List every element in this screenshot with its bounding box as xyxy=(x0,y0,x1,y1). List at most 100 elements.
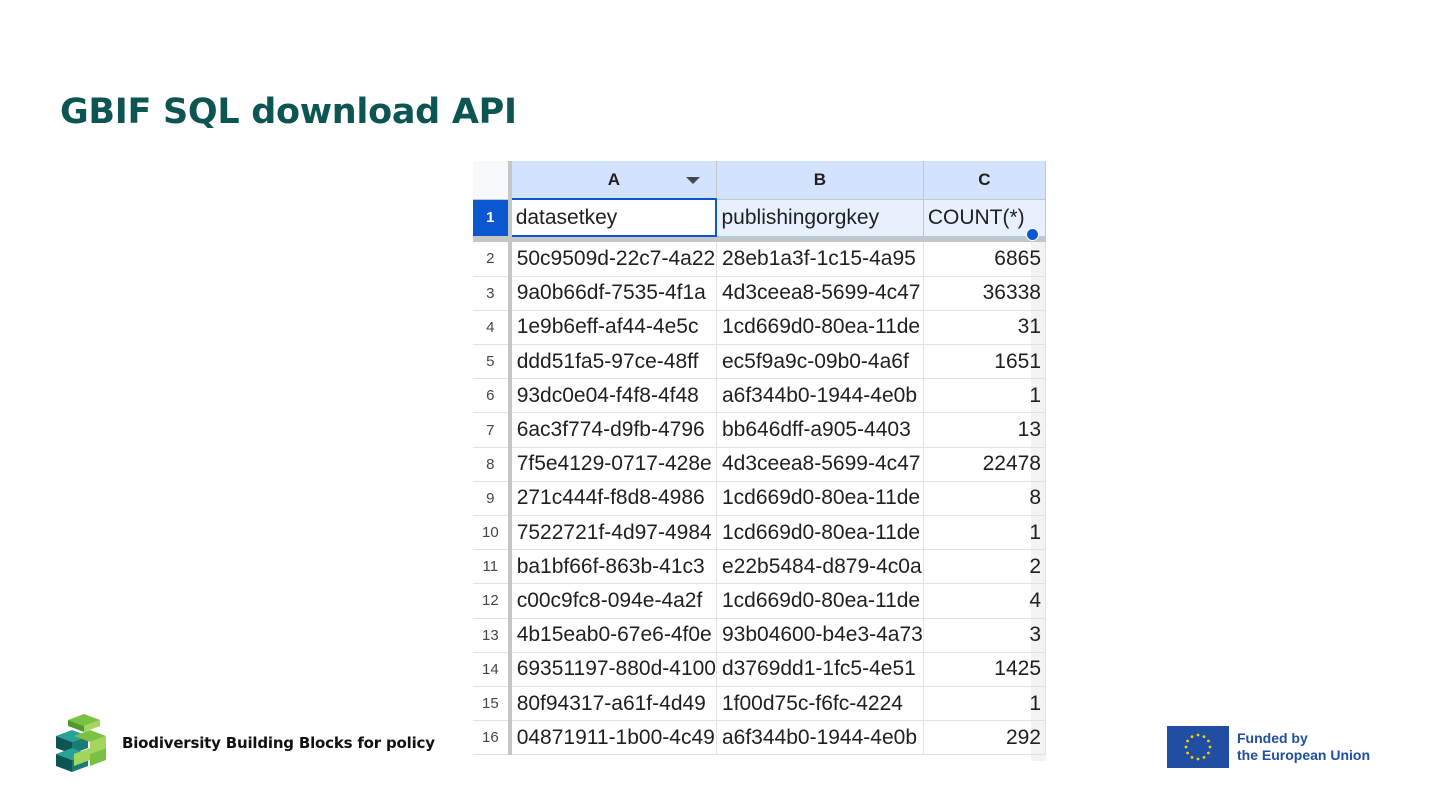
cell-b1[interactable]: publishingorgkey xyxy=(715,198,924,237)
cell-datasetkey[interactable]: 50c9509d-22c7-4a22 xyxy=(509,242,717,277)
cell-count[interactable]: 1425 xyxy=(923,652,1046,687)
cell-publishingorgkey[interactable]: 1cd669d0-80ea-11de xyxy=(716,481,924,517)
cell-publishingorgkey[interactable]: a6f344b0-1944-4e0b xyxy=(716,378,924,414)
eu-line-1: Funded by xyxy=(1237,730,1308,746)
column-letter: A xyxy=(607,169,620,189)
cell-count[interactable]: 8 xyxy=(923,481,1046,517)
cell-publishingorgkey[interactable]: a6f344b0-1944-4e0b xyxy=(716,720,924,756)
row-number[interactable]: 6 xyxy=(473,378,512,414)
cell-datasetkey[interactable]: 80f94317-a61f-4d49 xyxy=(509,686,717,722)
cell-publishingorgkey[interactable]: 93b04600-b4e3-4a73 xyxy=(716,618,924,653)
cell-count[interactable]: 1 xyxy=(923,515,1046,551)
column-header-c[interactable]: C xyxy=(923,161,1046,200)
row-number[interactable]: 10 xyxy=(473,515,512,551)
cell-count[interactable]: 22478 xyxy=(923,447,1046,482)
cell-publishingorgkey[interactable]: 1cd669d0-80ea-11de xyxy=(716,583,924,619)
table-row: 12 c00c9fc8-094e-4a2f 1cd669d0-80ea-11de 4 xyxy=(473,583,1046,619)
cell-datasetkey[interactable]: 1e9b6eff-af44-4e5c xyxy=(509,310,717,346)
cell-datasetkey[interactable]: 93dc0e04-f4f8-4f48 xyxy=(509,378,717,414)
cell-count[interactable]: 6865 xyxy=(923,242,1046,277)
cell-a1[interactable]: datasetkey xyxy=(508,198,718,237)
eu-funding-badge: Funded by the European Union xyxy=(1167,726,1370,768)
table-row: 5 ddd51fa5-97ce-48ff ec5f9a9c-09b0-4a6f 165… xyxy=(473,344,1046,380)
cell-publishingorgkey[interactable]: ec5f9a9c-09b0-4a6f xyxy=(716,344,924,380)
b-cubed-branding: Biodiversity Building Blocks for policy xyxy=(54,714,435,772)
cell-publishingorgkey[interactable]: 28eb1a3f-1c15-4a95 xyxy=(716,242,924,277)
cell-count[interactable]: 2 xyxy=(923,549,1046,585)
b-cube-logo xyxy=(56,714,106,772)
cell-datasetkey[interactable]: 69351197-880d-4100 xyxy=(509,652,717,687)
slide: GBIF SQL download API A B C 1 datasetkey… xyxy=(0,0,1440,810)
table-row: 10 7522721f-4d97-4984 1cd669d0-80ea-11de 1 xyxy=(473,515,1046,551)
column-letter: B xyxy=(813,169,827,189)
cell-count[interactable]: 31 xyxy=(923,310,1046,346)
selection-fill-handle[interactable] xyxy=(1026,228,1039,241)
cell-datasetkey[interactable]: 04871911-1b00-4c49 xyxy=(509,720,717,756)
column-header-a[interactable]: A xyxy=(509,161,717,200)
cell-publishingorgkey[interactable]: 4d3ceea8-5699-4c47 xyxy=(716,276,924,311)
row-number[interactable]: 9 xyxy=(473,481,512,517)
cell-count[interactable]: 1 xyxy=(923,378,1046,414)
table-row: 3 9a0b66df-7535-4f1a 4d3ceea8-5699-4c47 363… xyxy=(473,276,1046,311)
column-letter: C xyxy=(978,169,991,189)
cell-publishingorgkey[interactable]: d3769dd1-1fc5-4e51 xyxy=(716,652,924,687)
row-number[interactable]: 2 xyxy=(473,242,512,277)
table-row: 11 ba1bf66f-863b-41c3 e22b5484-d879-4c0a 2 xyxy=(473,549,1046,585)
row-number[interactable]: 8 xyxy=(473,447,512,482)
eu-flag-icon xyxy=(1167,726,1229,768)
cell-datasetkey[interactable]: ddd51fa5-97ce-48ff xyxy=(509,344,717,380)
row-number[interactable]: 15 xyxy=(473,686,512,722)
cell-publishingorgkey[interactable]: 1f00d75c-f6fc-4224 xyxy=(716,686,924,722)
column-header-b[interactable]: B xyxy=(716,161,924,200)
cell-datasetkey[interactable]: c00c9fc8-094e-4a2f xyxy=(509,583,717,619)
dropdown-arrow-icon[interactable] xyxy=(685,177,700,184)
row-number[interactable]: 4 xyxy=(473,310,512,346)
cell-count[interactable]: 1651 xyxy=(923,344,1046,380)
data-rows: 2 50c9509d-22c7-4a22 28eb1a3f-1c15-4a95 686… xyxy=(473,242,1046,756)
row-number[interactable]: 16 xyxy=(473,720,512,756)
row-number[interactable]: 14 xyxy=(473,652,512,687)
row-number[interactable]: 1 xyxy=(473,199,512,236)
cell-datasetkey[interactable]: 6ac3f774-d9fb-4796 xyxy=(509,412,717,448)
table-row: 15 80f94317-a61f-4d49 1f00d75c-f6fc-4224 1 xyxy=(473,686,1046,722)
table-row: 7 6ac3f774-d9fb-4796 bb646dff-a905-4403 13 xyxy=(473,412,1046,448)
column-header-row: A B C xyxy=(473,161,1046,200)
spreadsheet-grid: A B C 1 datasetkey publishingorgkey COUN… xyxy=(473,161,1046,756)
cell-datasetkey[interactable]: 9a0b66df-7535-4f1a xyxy=(509,276,717,311)
cell-count[interactable]: 4 xyxy=(923,583,1046,619)
select-all-corner[interactable] xyxy=(473,161,512,200)
cell-publishingorgkey[interactable]: 4d3ceea8-5699-4c47 xyxy=(716,447,924,482)
cell-publishingorgkey[interactable]: bb646dff-a905-4403 xyxy=(716,412,924,448)
cell-count[interactable]: 1 xyxy=(923,686,1046,722)
row-number[interactable]: 13 xyxy=(473,618,512,653)
table-row: 6 93dc0e04-f4f8-4f48 a6f344b0-1944-4e0b 1 xyxy=(473,378,1046,414)
cell-count[interactable]: 3 xyxy=(923,618,1046,653)
cell-count[interactable]: 13 xyxy=(923,412,1046,448)
cell-datasetkey[interactable]: ba1bf66f-863b-41c3 xyxy=(509,549,717,585)
cell-publishingorgkey[interactable]: e22b5484-d879-4c0a xyxy=(716,549,924,585)
header-data-row: 1 datasetkey publishingorgkey COUNT(*) xyxy=(473,198,1046,237)
cell-publishingorgkey[interactable]: 1cd669d0-80ea-11de xyxy=(716,310,924,346)
row-number[interactable]: 12 xyxy=(473,583,512,619)
row-number[interactable]: 3 xyxy=(473,276,512,311)
brand-text: Biodiversity Building Blocks for policy xyxy=(122,734,435,752)
cell-count[interactable]: 36338 xyxy=(923,276,1046,311)
cell-count[interactable]: 292 xyxy=(923,720,1046,756)
table-row: 13 4b15eab0-67e6-4f0e 93b04600-b4e3-4a73 3 xyxy=(473,618,1046,653)
row-number[interactable]: 5 xyxy=(473,344,512,380)
page-title: GBIF SQL download API xyxy=(60,92,517,132)
table-row: 4 1e9b6eff-af44-4e5c 1cd669d0-80ea-11de 31 xyxy=(473,310,1046,346)
row-number[interactable]: 11 xyxy=(473,549,512,585)
table-row: 16 04871911-1b00-4c49 a6f344b0-1944-4e0b 29… xyxy=(473,720,1046,756)
table-row: 14 69351197-880d-4100 d3769dd1-1fc5-4e51 14… xyxy=(473,652,1046,687)
table-row: 9 271c444f-f8d8-4986 1cd669d0-80ea-11de 8 xyxy=(473,481,1046,517)
cell-datasetkey[interactable]: 7522721f-4d97-4984 xyxy=(509,515,717,551)
eu-line-2: the European Union xyxy=(1237,747,1370,763)
table-row: 2 50c9509d-22c7-4a22 28eb1a3f-1c15-4a95 686… xyxy=(473,242,1046,277)
eu-funding-text: Funded by the European Union xyxy=(1237,730,1370,764)
row-number[interactable]: 7 xyxy=(473,412,512,448)
cell-datasetkey[interactable]: 4b15eab0-67e6-4f0e xyxy=(509,618,717,653)
cell-datasetkey[interactable]: 271c444f-f8d8-4986 xyxy=(509,481,717,517)
cell-datasetkey[interactable]: 7f5e4129-0717-428e xyxy=(509,447,717,482)
cell-publishingorgkey[interactable]: 1cd669d0-80ea-11de xyxy=(716,515,924,551)
